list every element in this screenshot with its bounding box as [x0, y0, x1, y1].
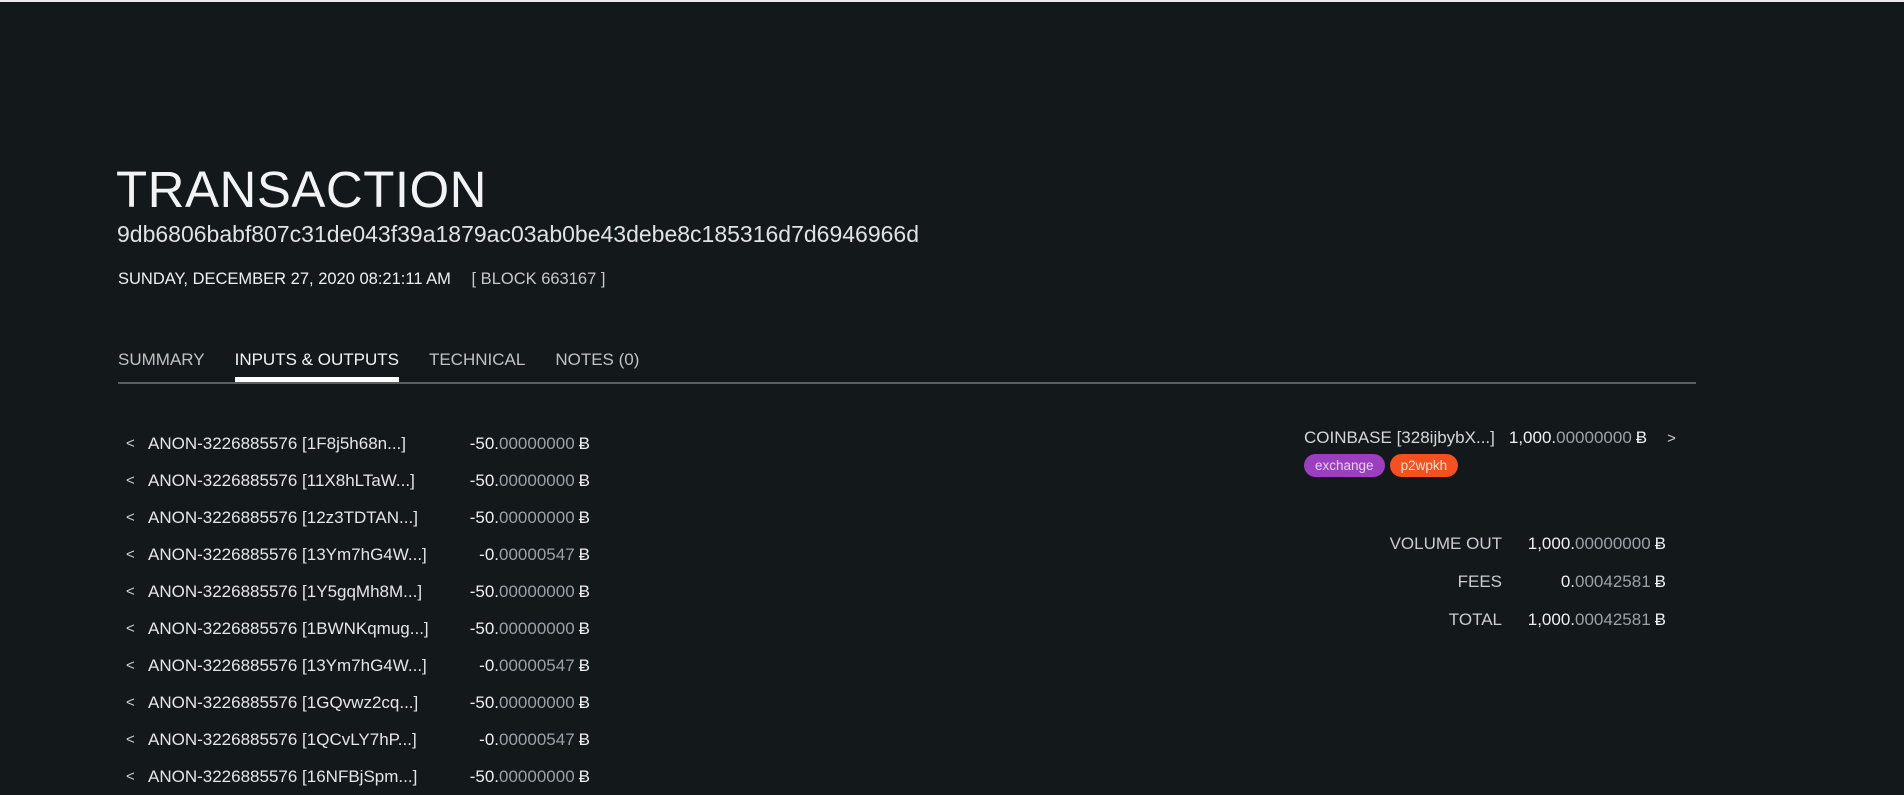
transaction-datetime: SUNDAY, DECEMBER 27, 2020 08:21:11 AM [118, 270, 451, 288]
bitcoin-icon: Ƀ [578, 692, 590, 712]
totals-summary: VOLUME OUT 1,000.00000000 Ƀ FEES 0.000425… [1300, 525, 1666, 639]
chevron-left-icon[interactable]: < [118, 432, 148, 456]
input-address[interactable]: ANON-3226885576 [16NFBjSpm...] [148, 765, 448, 789]
input-address[interactable]: ANON-3226885576 [1Y5gqMh8M...] [148, 580, 448, 604]
fees-value: 0.00042581 Ƀ [1560, 572, 1666, 591]
bitcoin-icon: Ƀ [1654, 572, 1666, 591]
tab-divider [118, 382, 1696, 384]
bitcoin-icon: Ƀ [1654, 534, 1666, 553]
input-row[interactable]: < ANON-3226885576 [11X8hLTaW...] -50.000… [118, 462, 590, 499]
total-row: TOTAL 1,000.00042581 Ƀ [1300, 601, 1666, 639]
outputs-list: COINBASE [328ijbybX...] 1,000.00000000 Ƀ … [1304, 425, 1704, 477]
bitcoin-icon: Ƀ [1635, 428, 1648, 447]
volume-out-label: VOLUME OUT [1389, 534, 1502, 553]
input-row[interactable]: < ANON-3226885576 [13Ym7hG4W...] -0.0000… [118, 647, 590, 684]
chevron-right-icon[interactable]: > [1667, 430, 1676, 447]
output-address[interactable]: COINBASE [328ijbybX...] [1304, 428, 1495, 448]
bitcoin-icon: Ƀ [578, 507, 590, 527]
input-amount: -0.00000547 Ƀ [479, 655, 590, 675]
input-amount: -50.00000000 Ƀ [469, 470, 590, 490]
input-amount: -50.00000000 Ƀ [469, 766, 590, 786]
input-row[interactable]: < ANON-3226885576 [1BWNKqmug...] -50.000… [118, 610, 590, 647]
input-row[interactable]: < ANON-3226885576 [1QCvLY7hP...] -0.0000… [118, 721, 590, 758]
transaction-hash: 9db6806babf807c31de043f39a1879ac03ab0be4… [117, 221, 919, 247]
input-row[interactable]: < ANON-3226885576 [1GQvwz2cq...] -50.000… [118, 684, 590, 721]
input-amount: -0.00000547 Ƀ [479, 729, 590, 749]
input-address[interactable]: ANON-3226885576 [1QCvLY7hP...] [148, 728, 448, 752]
tag-p2wpkh[interactable]: p2wpkh [1389, 454, 1459, 477]
transaction-meta: SUNDAY, DECEMBER 27, 2020 08:21:11 AM [ … [118, 268, 605, 290]
input-address[interactable]: ANON-3226885576 [1GQvwz2cq...] [148, 691, 448, 715]
output-tags: exchange p2wpkh [1304, 454, 1704, 477]
bitcoin-icon: Ƀ [578, 655, 590, 675]
input-row[interactable]: < ANON-3226885576 [12z3TDTAN...] -50.000… [118, 499, 590, 536]
chevron-left-icon[interactable]: < [118, 543, 148, 567]
chevron-left-icon[interactable]: < [118, 765, 148, 789]
chevron-left-icon[interactable]: < [118, 691, 148, 715]
inputs-list: < ANON-3226885576 [1F8j5h68n...] -50.000… [118, 425, 590, 795]
tag-exchange[interactable]: exchange [1304, 454, 1385, 477]
bitcoin-icon: Ƀ [578, 581, 590, 601]
input-address[interactable]: ANON-3226885576 [13Ym7hG4W...] [148, 543, 448, 567]
volume-out-row: VOLUME OUT 1,000.00000000 Ƀ [1300, 525, 1666, 563]
tab-notes[interactable]: NOTES (0) [555, 346, 639, 384]
bitcoin-icon: Ƀ [1654, 610, 1666, 629]
tab-summary[interactable]: SUMMARY [118, 346, 205, 384]
input-amount: -50.00000000 Ƀ [469, 618, 590, 638]
input-address[interactable]: ANON-3226885576 [11X8hLTaW...] [148, 469, 448, 493]
chevron-left-icon[interactable]: < [118, 617, 148, 641]
bitcoin-icon: Ƀ [578, 729, 590, 749]
bitcoin-icon: Ƀ [578, 470, 590, 490]
input-row[interactable]: < ANON-3226885576 [1Y5gqMh8M...] -50.000… [118, 573, 590, 610]
transaction-page: TRANSACTION 9db6806babf807c31de043f39a18… [0, 0, 1904, 786]
input-amount: -0.00000547 Ƀ [479, 544, 590, 564]
input-amount: -50.00000000 Ƀ [469, 692, 590, 712]
tab-technical[interactable]: TECHNICAL [429, 346, 525, 384]
fees-label: FEES [1457, 572, 1502, 591]
tab-inputs-outputs[interactable]: INPUTS & OUTPUTS [234, 346, 400, 384]
input-address[interactable]: ANON-3226885576 [1F8j5h68n...] [148, 432, 448, 456]
bitcoin-icon: Ƀ [578, 544, 590, 564]
chevron-left-icon[interactable]: < [118, 654, 148, 678]
input-amount: -50.00000000 Ƀ [469, 507, 590, 527]
chevron-left-icon[interactable]: < [118, 469, 148, 493]
chevron-left-icon[interactable]: < [118, 506, 148, 530]
input-address[interactable]: ANON-3226885576 [1BWNKqmug...] [148, 617, 448, 641]
input-amount: -50.00000000 Ƀ [469, 433, 590, 453]
volume-out-value: 1,000.00000000 Ƀ [1527, 534, 1666, 553]
bitcoin-icon: Ƀ [578, 618, 590, 638]
input-address[interactable]: ANON-3226885576 [13Ym7hG4W...] [148, 654, 448, 678]
input-row[interactable]: < ANON-3226885576 [1F8j5h68n...] -50.000… [118, 425, 590, 462]
total-value: 1,000.00042581 Ƀ [1527, 610, 1666, 629]
tab-bar: SUMMARY INPUTS & OUTPUTS TECHNICAL NOTES… [118, 346, 669, 384]
bitcoin-icon: Ƀ [578, 766, 590, 786]
output-row[interactable]: COINBASE [328ijbybX...] 1,000.00000000 Ƀ … [1304, 425, 1704, 451]
input-row[interactable]: < ANON-3226885576 [13Ym7hG4W...] -0.0000… [118, 536, 590, 573]
block-link[interactable]: [ BLOCK 663167 ] [472, 270, 606, 288]
input-amount: -50.00000000 Ƀ [469, 581, 590, 601]
output-amount: 1,000.00000000 Ƀ [1508, 428, 1648, 447]
chevron-left-icon[interactable]: < [118, 728, 148, 752]
total-label: TOTAL [1448, 610, 1502, 629]
bitcoin-icon: Ƀ [578, 433, 590, 453]
fees-row: FEES 0.00042581 Ƀ [1300, 563, 1666, 601]
input-address[interactable]: ANON-3226885576 [12z3TDTAN...] [148, 506, 448, 530]
input-row[interactable]: < ANON-3226885576 [16NFBjSpm...] -50.000… [118, 758, 590, 795]
page-title: TRANSACTION [116, 161, 488, 218]
chevron-left-icon[interactable]: < [118, 580, 148, 604]
